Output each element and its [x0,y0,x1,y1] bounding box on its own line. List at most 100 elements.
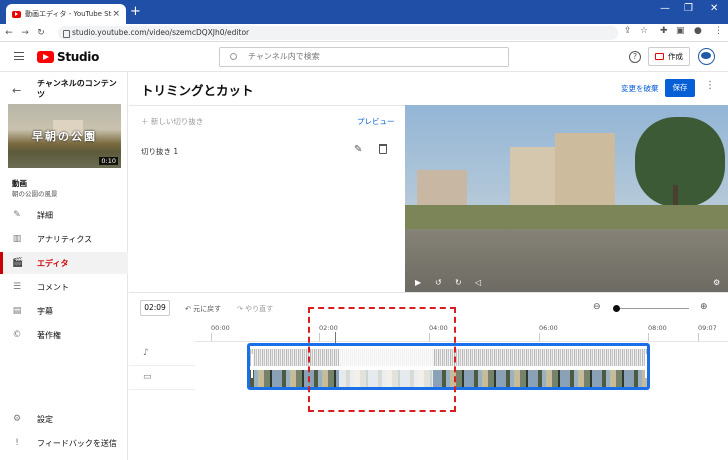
sidebar-item-label: 設定 [37,414,53,424]
video-building [417,170,467,205]
youtube-logo-icon[interactable] [37,51,54,63]
volume-icon[interactable]: ◁ [475,278,481,287]
avatar[interactable] [698,48,715,65]
redo-label: やり直す [245,305,274,313]
undo-button[interactable]: ↶ 元に戻す [185,304,221,314]
tab-close-icon[interactable]: × [112,9,120,19]
sidebar-item-feedback[interactable]: ! フィードバックを送信 [0,432,128,454]
video-controls: ▶ ↺ ↻ ◁ ⚙ [405,273,728,292]
trash-icon[interactable] [379,144,387,154]
window-maximize-button[interactable]: ❐ [684,3,693,14]
profile-icon[interactable]: ● [694,26,702,36]
window-minimize-button[interactable]: — [660,3,670,14]
sidebar-item-subtitles[interactable]: ▤ 字幕 [0,300,128,322]
studio-header: Studio チャンネル内で検索 ? 作成 [0,42,728,72]
youtube-favicon-icon [12,10,21,18]
video-name: 朝の公園の風景 [12,190,58,198]
sidebar-item-settings[interactable]: ⚙ 設定 [0,408,128,430]
video-track-icon: ▭ [143,372,152,382]
browser-menu-icon[interactable]: ⋮ [714,26,723,36]
discard-changes-button[interactable]: 変更を破棄 [621,83,659,94]
sidebar-item-details[interactable]: ✎ 詳細 [0,204,128,226]
zoom-slider[interactable] [613,308,689,309]
sidebar-item-comments[interactable]: ☰ コメント [0,276,128,298]
pencil-icon: ✎ [13,210,21,220]
hamburger-menu-icon[interactable] [14,52,24,60]
browser-tab-strip: 動画エディタ - YouTube Studio × + — ❐ ✕ [0,0,728,24]
url-field[interactable]: studio.youtube.com/video/szemcDQXJh0/edi… [58,26,618,40]
back-arrow-icon[interactable]: ← [12,84,21,97]
window-close-button[interactable]: ✕ [710,3,718,14]
studio-brand[interactable]: Studio [57,50,99,64]
ruler-tick: 09:07 [698,324,717,341]
sidebar-item-label: コメント [37,282,69,292]
sidebar-item-analytics[interactable]: ▥ アナリティクス [0,228,128,250]
reload-icon[interactable]: ↻ [34,28,48,38]
gear-icon: ⚙ [12,414,22,424]
ruler-tick: 00:00 [211,324,230,341]
rewind-icon[interactable]: ↺ [435,278,442,287]
trim-handle-left[interactable] [251,354,253,378]
copyright-icon: © [12,330,22,340]
timeline-ruler: 00:00 02:00 04:00 06:00 08:00 09:07 [195,322,728,342]
bookmark-star-icon[interactable]: ☆ [640,26,648,36]
channel-content-title: チャンネルのコンテンツ [37,79,117,99]
sidebar-item-label: フィードバックを送信 [37,438,117,448]
zoom-out-icon[interactable]: ⊖ [593,302,601,312]
sidebar-item-editor[interactable]: 🎬 エディタ [0,252,128,274]
sidebar-item-copyright[interactable]: © 著作権 [0,324,128,346]
audio-track-label: ♪ [129,342,195,366]
clapperboard-icon: 🎬 [12,258,24,268]
thumbnail-duration: 0:10 [99,157,118,165]
create-label: 作成 [668,52,683,61]
search-placeholder: チャンネル内で検索 [248,52,320,61]
sidepanel-icon[interactable]: ▣ [676,26,685,36]
comment-icon: ☰ [12,282,22,292]
share-icon[interactable]: ⇪ [624,26,632,36]
analytics-icon: ▥ [12,234,22,244]
back-arrow-icon[interactable]: ← [2,28,16,38]
video-track-label: ▭ [129,366,195,390]
extensions-icon[interactable]: ✚ [660,26,668,36]
ruler-tick: 08:00 [648,324,667,341]
zoom-in-icon[interactable]: ⊕ [700,302,708,312]
subtitles-icon: ▤ [12,306,22,316]
zoom-slider-knob[interactable] [613,305,620,312]
thumbnail-title: 早朝の公園 [32,130,97,143]
create-button[interactable]: 作成 [648,47,690,66]
search-input[interactable]: チャンネル内で検索 [219,47,509,67]
sidebar-item-label: 著作権 [37,330,61,340]
sidebar-item-label: アナリティクス [37,234,93,244]
music-note-icon: ♪ [143,348,149,358]
ruler-tick: 06:00 [539,324,558,341]
sidebar: ← チャンネルのコンテンツ 早朝の公園 0:10 動画 朝の公園の風景 ✎ 詳細… [0,72,128,460]
new-tab-button[interactable]: + [130,4,141,19]
play-icon[interactable]: ▶ [415,278,421,287]
save-button[interactable]: 保存 [665,79,695,97]
address-bar: ← → ↻ studio.youtube.com/video/szemcDQXJ… [0,24,728,42]
help-icon[interactable]: ? [629,51,641,63]
sidebar-item-label: 字幕 [37,306,53,316]
new-cut-button[interactable]: ＋ 新しい切り抜き [141,116,203,127]
browser-tab[interactable]: 動画エディタ - YouTube Studio × [6,4,126,24]
preview-button[interactable]: プレビュー [357,116,395,127]
search-icon [230,53,237,60]
trim-handle-right[interactable] [645,354,647,378]
forward-icon[interactable]: ↻ [455,278,462,287]
more-options-icon[interactable]: ⋮ [705,80,715,91]
video-building [555,133,615,205]
cut-panel: ＋ 新しい切り抜き プレビュー 切り抜き 1 ✎ [129,105,405,292]
undo-label: 元に戻す [193,305,222,313]
sidebar-item-label: 詳細 [37,210,53,220]
video-thumbnail[interactable]: 早朝の公園 0:10 [8,104,121,168]
redo-button[interactable]: ↷ やり直す [237,304,273,314]
video-tree [635,117,725,207]
page-title: トリミングとカット [141,83,254,98]
video-camera-icon [655,53,664,60]
forward-arrow-icon[interactable]: → [18,28,32,38]
cut-item-label: 切り抜き 1 [141,147,179,156]
edit-pencil-icon[interactable]: ✎ [354,144,362,155]
timecode-field[interactable]: 02:09 [140,300,170,316]
video-preview[interactable]: ▶ ↺ ↻ ◁ ⚙ [405,105,728,292]
video-settings-icon[interactable]: ⚙ [713,278,720,287]
